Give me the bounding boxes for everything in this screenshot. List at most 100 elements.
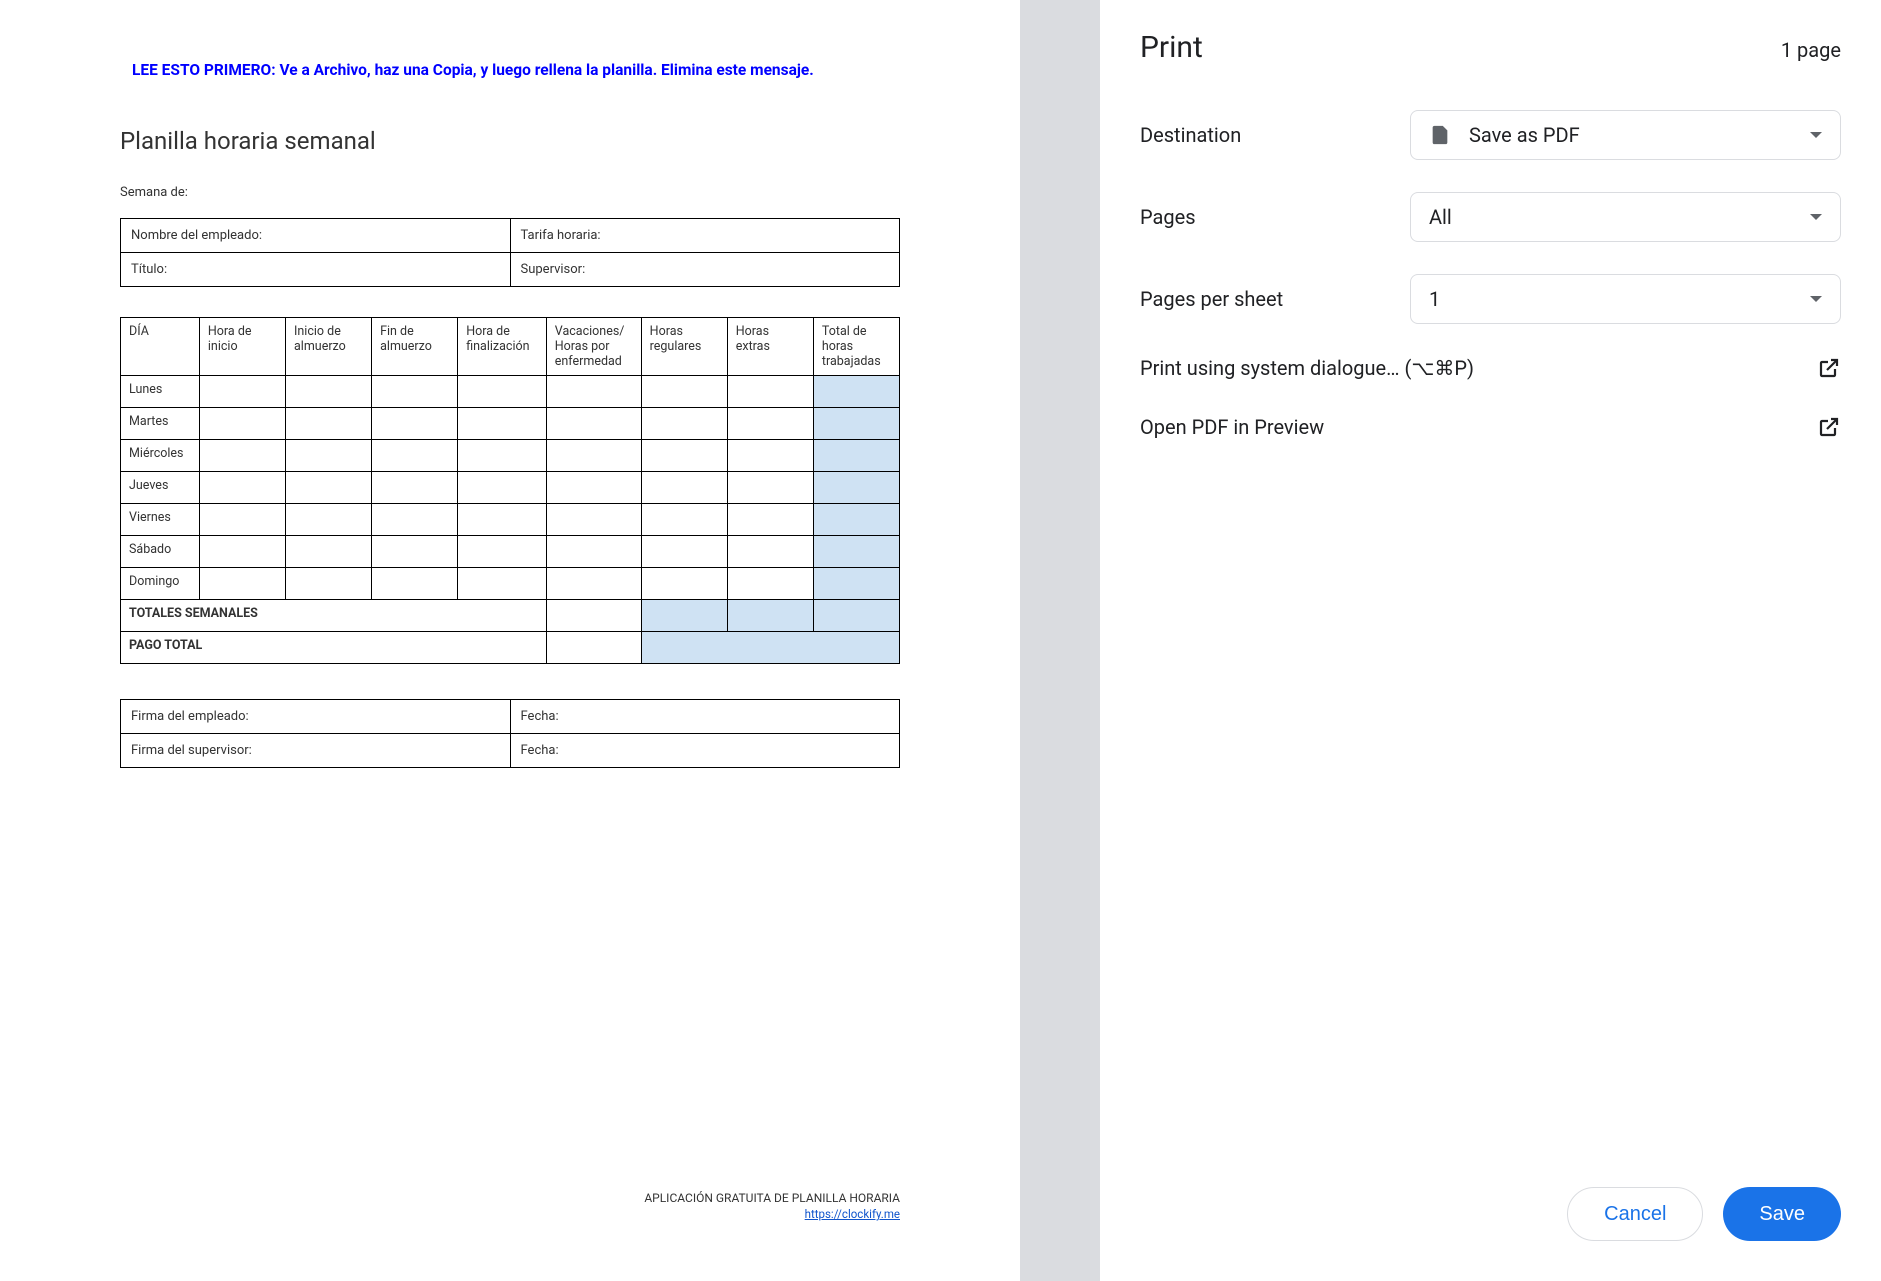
panel-divider [1020, 0, 1100, 1281]
cell [458, 471, 547, 503]
hours-table: DÍA Hora de inicio Inicio de almuerzo Fi… [120, 317, 900, 664]
open-preview-text: Open PDF in Preview [1140, 415, 1324, 439]
supervisor-sig-cell: Firma del supervisor: [121, 733, 511, 767]
pay-row: PAGO TOTAL [121, 631, 900, 663]
cell [727, 375, 813, 407]
cell: Domingo [121, 567, 200, 599]
cell [813, 503, 899, 535]
print-panel: Print 1 page Destination Save as PDF Pag… [1100, 0, 1881, 1281]
pages-per-sheet-row: Pages per sheet 1 [1140, 274, 1841, 324]
cell [199, 567, 285, 599]
col-day: DÍA [121, 317, 200, 375]
cell [813, 439, 899, 471]
pages-select[interactable]: All [1410, 192, 1841, 242]
cell: Martes [121, 407, 200, 439]
cell [727, 503, 813, 535]
external-link-icon [1817, 356, 1841, 380]
pages-per-sheet-value: 1 [1429, 287, 1440, 311]
cell [372, 439, 458, 471]
cell [641, 599, 727, 631]
cell [199, 439, 285, 471]
cell [286, 471, 372, 503]
panel-header: Print 1 page [1140, 30, 1841, 65]
supervisor-cell: Supervisor: [510, 252, 900, 286]
pages-row: Pages All [1140, 192, 1841, 242]
cell [458, 407, 547, 439]
col-extra: Horas extras [727, 317, 813, 375]
table-row: Viernes [121, 503, 900, 535]
cell [546, 375, 641, 407]
cell [813, 535, 899, 567]
cell [727, 567, 813, 599]
cell [199, 471, 285, 503]
cell: Jueves [121, 471, 200, 503]
cell [813, 567, 899, 599]
cell [546, 567, 641, 599]
cell [372, 535, 458, 567]
col-end: Hora de finalización [458, 317, 547, 375]
cell [286, 439, 372, 471]
cell [546, 631, 641, 663]
cell [727, 599, 813, 631]
cell [546, 471, 641, 503]
pay-label: PAGO TOTAL [121, 631, 547, 663]
chevron-down-icon [1810, 296, 1822, 302]
cell [727, 535, 813, 567]
document-title: Planilla horaria semanal [120, 127, 900, 155]
file-icon [1429, 121, 1451, 149]
cell [641, 407, 727, 439]
cell [641, 535, 727, 567]
week-label: Semana de: [120, 185, 900, 200]
col-regular: Horas regulares [641, 317, 727, 375]
col-start: Hora de inicio [199, 317, 285, 375]
table-row: Título: Supervisor: [121, 252, 900, 286]
cell [641, 567, 727, 599]
cancel-button[interactable]: Cancel [1567, 1187, 1703, 1241]
external-link-icon [1817, 415, 1841, 439]
warning-message: LEE ESTO PRIMERO: Ve a Archivo, haz una … [120, 60, 900, 82]
date-cell: Fecha: [510, 733, 900, 767]
destination-select[interactable]: Save as PDF [1410, 110, 1841, 160]
pages-per-sheet-select[interactable]: 1 [1410, 274, 1841, 324]
pages-per-sheet-label: Pages per sheet [1140, 287, 1410, 311]
cell [286, 567, 372, 599]
cell [458, 439, 547, 471]
cell [641, 471, 727, 503]
cell: Lunes [121, 375, 200, 407]
cell [813, 407, 899, 439]
employee-sig-cell: Firma del empleado: [121, 699, 511, 733]
open-preview-link[interactable]: Open PDF in Preview [1140, 415, 1841, 439]
cell [546, 407, 641, 439]
cell [458, 503, 547, 535]
cell [813, 375, 899, 407]
cell: Viernes [121, 503, 200, 535]
save-button[interactable]: Save [1723, 1187, 1841, 1241]
col-total: Total de horas trabajadas [813, 317, 899, 375]
col-lunch-start: Inicio de almuerzo [286, 317, 372, 375]
pages-value: All [1429, 205, 1452, 229]
cell: Miércoles [121, 439, 200, 471]
page-count: 1 page [1781, 38, 1841, 62]
system-dialog-text: Print using system dialogue… (⌥⌘P) [1140, 356, 1474, 380]
cell [458, 567, 547, 599]
cell [372, 567, 458, 599]
destination-value: Save as PDF [1469, 123, 1580, 147]
cell [372, 375, 458, 407]
table-row: Nombre del empleado: Tarifa horaria: [121, 218, 900, 252]
cell [727, 439, 813, 471]
table-row: Jueves [121, 471, 900, 503]
system-dialog-link[interactable]: Print using system dialogue… (⌥⌘P) [1140, 356, 1841, 380]
footer-link[interactable]: https://clockify.me [644, 1207, 900, 1221]
cell [641, 503, 727, 535]
cell [199, 375, 285, 407]
destination-label: Destination [1140, 123, 1410, 147]
cell [641, 631, 899, 663]
panel-title: Print [1140, 30, 1203, 65]
cell [199, 535, 285, 567]
hourly-rate-cell: Tarifa horaria: [510, 218, 900, 252]
cell [641, 439, 727, 471]
document-page: LEE ESTO PRIMERO: Ve a Archivo, haz una … [40, 0, 980, 798]
cell [727, 407, 813, 439]
cell [813, 471, 899, 503]
cell [546, 599, 641, 631]
